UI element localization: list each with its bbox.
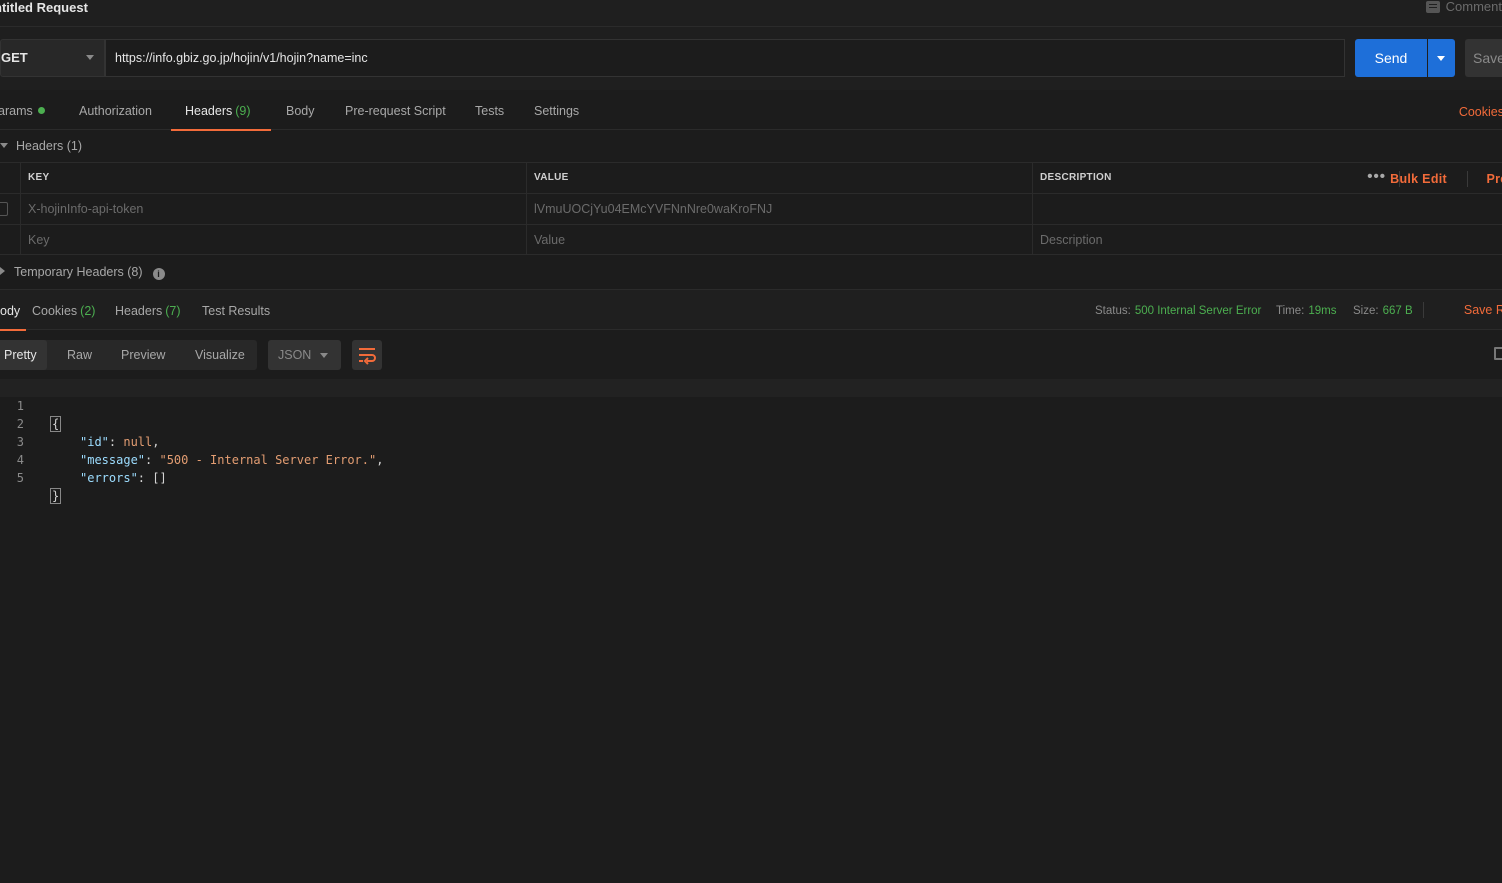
column-value: VALUE: [526, 163, 1033, 193]
format-select[interactable]: JSON: [268, 340, 341, 370]
divider: [1467, 171, 1468, 187]
view-mode-group: Pretty Raw Preview Visualize: [0, 340, 257, 370]
time-value: 19ms: [1308, 305, 1337, 317]
presets-link[interactable]: Prese: [1486, 163, 1502, 193]
temporary-headers-toggle[interactable]: Temporary Headers (8) i: [0, 263, 165, 281]
new-key-input[interactable]: Key: [20, 225, 527, 254]
chevron-down-icon: [320, 353, 328, 358]
new-description-input[interactable]: Description: [1032, 225, 1502, 254]
status-value: 500 Internal Server Error: [1134, 305, 1262, 317]
code-line: 4 "errors": []: [16, 453, 167, 485]
table-header-row: KEY VALUE DESCRIPTION ••• Bulk Edit Pres…: [0, 162, 1502, 193]
send-button[interactable]: Send: [1355, 39, 1427, 77]
tab-settings[interactable]: Settings: [534, 90, 579, 130]
bulk-edit-link[interactable]: Bulk Edit: [1390, 163, 1447, 193]
mode-visualize[interactable]: Visualize: [185, 340, 255, 370]
title-bar: ntitled Request Comment: [0, 0, 1502, 27]
header-description-cell[interactable]: [1032, 194, 1502, 224]
time-readout: Time: 19ms: [1276, 305, 1337, 317]
chevron-down-icon: [1437, 56, 1445, 61]
size-value: 667 B: [1382, 305, 1413, 317]
column-key: KEY: [20, 163, 527, 193]
info-icon[interactable]: i: [152, 268, 165, 280]
wrap-icon: [359, 348, 376, 365]
chevron-right-icon: [0, 267, 5, 275]
row-checkbox[interactable]: [0, 202, 8, 216]
column-description: DESCRIPTION ••• Bulk Edit Prese: [1032, 163, 1502, 193]
mode-raw[interactable]: Raw: [57, 340, 102, 370]
size-readout: Size: 667 B: [1353, 305, 1413, 317]
tab-pre-request-script[interactable]: Pre-request Script: [345, 90, 446, 130]
save-button[interactable]: Save: [1465, 39, 1502, 77]
code-line: 1 {: [0, 379, 1502, 432]
divider: [1423, 302, 1424, 318]
mode-pretty[interactable]: Pretty: [0, 340, 47, 370]
header-key-cell[interactable]: X-hojinInfo-api-token: [20, 194, 527, 224]
method-value: GET: [1, 50, 28, 65]
headers-table: KEY VALUE DESCRIPTION ••• Bulk Edit Pres…: [0, 162, 1502, 255]
chevron-down-icon: [0, 143, 8, 148]
send-options-button[interactable]: [1428, 39, 1455, 77]
save-response-button[interactable]: Save Respo: [1464, 290, 1502, 330]
code-line: 3 "message": "500 - Internal Server Erro…: [16, 435, 384, 467]
tab-headers[interactable]: Headers (9): [171, 90, 270, 131]
code-line: 2 "id": null,: [16, 417, 160, 449]
comment-icon: [1425, 1, 1440, 13]
tab-response-body[interactable]: ody: [0, 290, 27, 331]
url-bar: GET https://info.gbiz.go.jp/hojin/v1/hoj…: [0, 27, 1502, 90]
tab-response-headers[interactable]: Headers (7): [115, 290, 181, 330]
wrap-lines-button[interactable]: [352, 340, 382, 370]
comments-button[interactable]: Comment: [1425, 0, 1502, 14]
headers-section-toggle[interactable]: Headers (1): [0, 137, 82, 155]
mode-preview[interactable]: Preview: [111, 340, 175, 370]
request-title[interactable]: ntitled Request: [0, 0, 88, 16]
body-toolbar: Pretty Raw Preview Visualize JSON: [0, 330, 1502, 382]
table-row-new: Key Value Description: [0, 224, 1502, 255]
status-readout: Status: 500 Internal Server Error: [1095, 305, 1262, 317]
method-select[interactable]: GET: [0, 39, 105, 77]
tab-authorization[interactable]: Authorization: [79, 90, 152, 130]
cookies-link[interactable]: Cookies: [1459, 90, 1502, 130]
status-dot: [37, 107, 45, 114]
tab-params[interactable]: arams: [0, 90, 45, 130]
code-line: 5 }: [16, 471, 62, 504]
chevron-down-icon: [86, 55, 94, 60]
tab-body[interactable]: Body: [286, 90, 315, 130]
tab-response-cookies[interactable]: Cookies (2): [32, 290, 95, 330]
new-value-input[interactable]: Value: [526, 225, 1033, 254]
tab-test-results[interactable]: Test Results: [202, 290, 270, 330]
request-tabs: arams Authorization Headers (9) Body Pre-…: [0, 90, 1502, 131]
header-value-cell[interactable]: lVmuUOCjYu04EMcYVFNnNre0waKroFNJ: [526, 194, 1033, 224]
url-input[interactable]: https://info.gbiz.go.jp/hojin/v1/hojin?n…: [105, 39, 1345, 77]
response-body-editor[interactable]: 1 { 2 "id": null, 3 "message": "500 - In…: [0, 379, 1502, 883]
tab-tests[interactable]: Tests: [475, 90, 504, 130]
table-row: X-hojinInfo-api-token lVmuUOCjYu04EMcYVF…: [0, 193, 1502, 224]
response-tabs: ody Cookies (2) Headers (7) Test Results S…: [0, 289, 1502, 331]
comments-label: Comment: [1445, 0, 1502, 14]
copy-icon[interactable]: [1494, 347, 1502, 360]
more-options-icon[interactable]: •••: [1367, 163, 1386, 191]
